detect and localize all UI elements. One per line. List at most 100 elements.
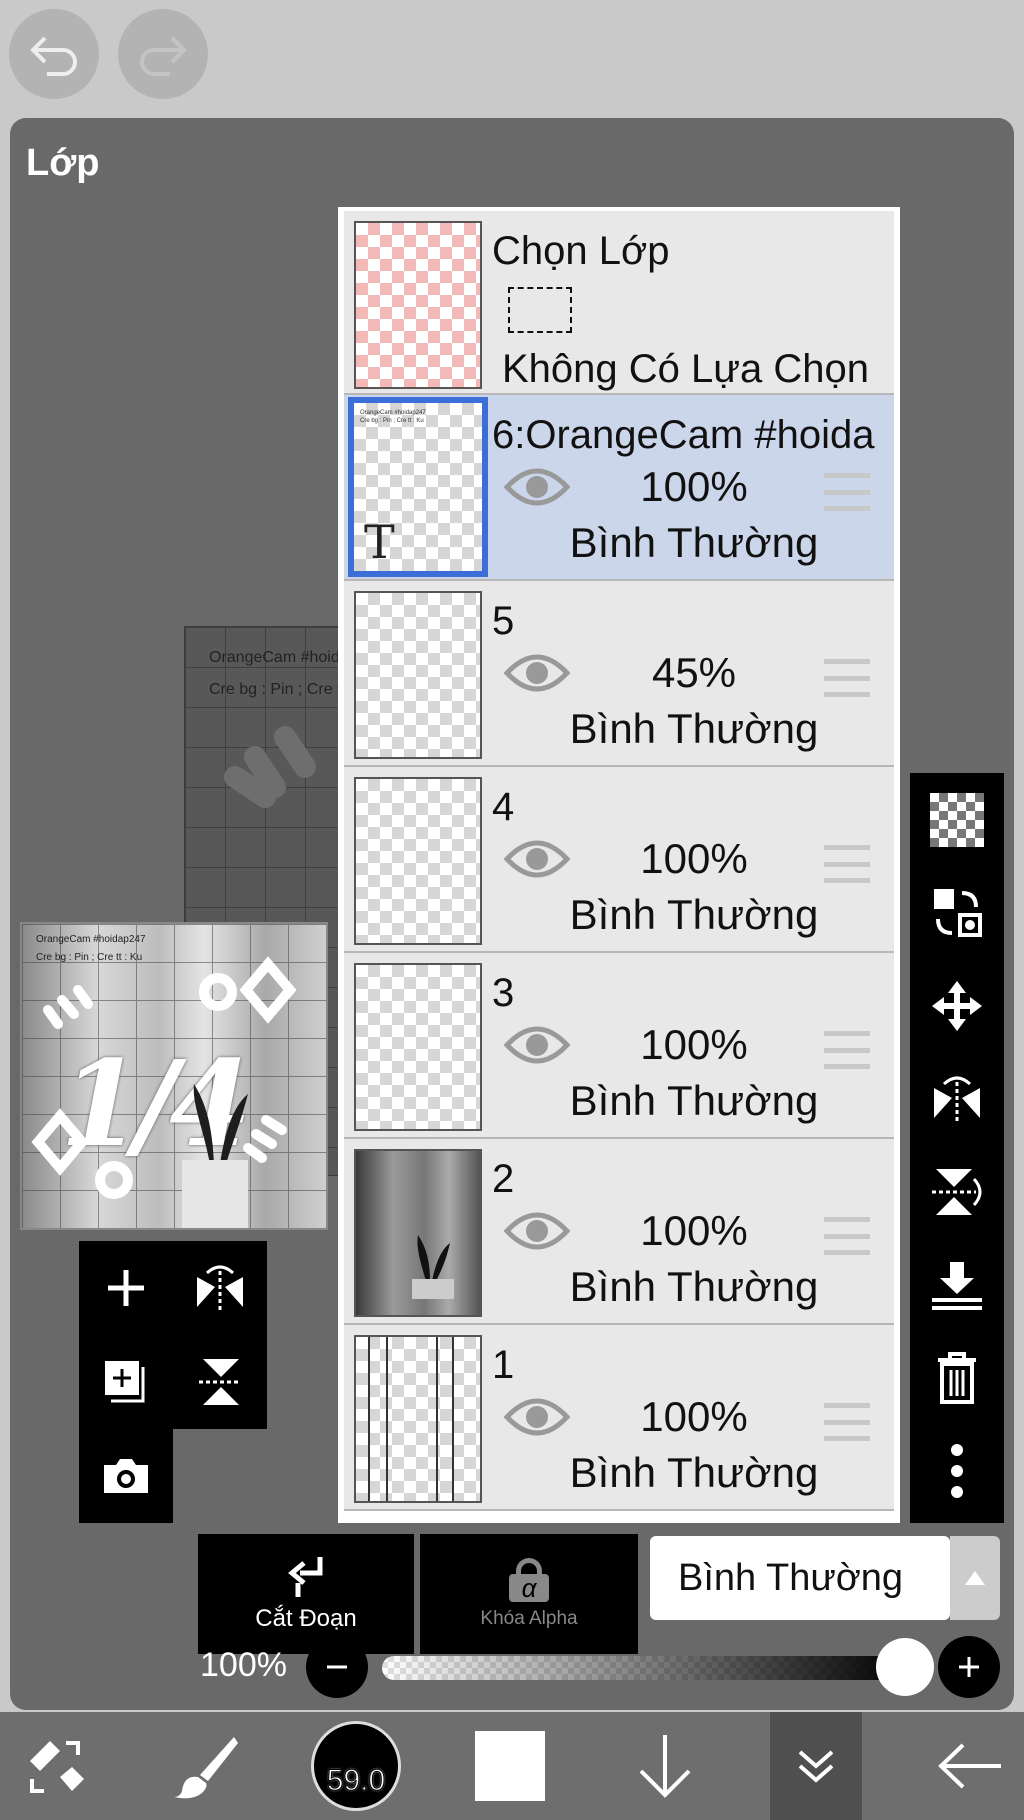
preview-decorations [31,956,297,1228]
alpha-lock-button[interactable]: α Khóa Alpha [420,1534,638,1654]
opacity-slider-knob[interactable] [876,1638,934,1696]
minus-icon [327,1665,347,1669]
clipping-button[interactable]: Cắt Đoạn [198,1534,414,1654]
layer-row[interactable]: 3 100% Bình Thường [344,953,894,1139]
flip-vertical-button[interactable] [910,1145,1004,1239]
layer-panel-toggle-button[interactable] [770,1712,862,1820]
text-layer-marker: T [364,515,395,569]
chevron-double-down-icon [798,1750,834,1783]
layer-row[interactable]: 5 45% Bình Thường [344,581,894,767]
visibility-eye-icon[interactable] [503,651,571,700]
layer-row[interactable]: OrangeCam #hoidap247 Cre bg : Pin ; Cre t… [344,395,894,581]
layer-row[interactable]: 4 100% Bình Thường [344,767,894,953]
layer-list: Chọn Lớp Không Có Lựa Chọn OrangeCam #ho… [338,207,900,1523]
brush-icon [174,1737,238,1799]
transform-icon [30,1741,84,1793]
color-swatch-button[interactable] [472,1712,548,1820]
camera-button[interactable] [79,1429,173,1523]
layer-down-button[interactable] [620,1712,710,1820]
redo-icon [140,36,187,76]
drag-handle-icon[interactable] [824,659,870,697]
opacity-slider[interactable] [382,1656,906,1680]
layer-row[interactable]: 1 100% Bình Thường [344,1325,894,1511]
flip-horizontal-icon [197,1265,243,1311]
brush-size-value: 59.0 [326,1764,386,1798]
move-button[interactable] [910,959,1004,1053]
convert-layer-button[interactable] [910,866,1004,960]
undo-icon [30,36,77,76]
lock-icon: α [509,1558,549,1602]
drag-handle-icon[interactable] [824,1403,870,1441]
layer-opacity: 100% [640,1207,748,1254]
layer-blend-mode: Bình Thường [569,519,819,566]
canvas-preview[interactable]: OrangeCam #hoidap247 Cre bg : Pin ; Cre … [20,922,328,1230]
layer-thumbnail [354,1149,482,1317]
clipping-arrow-icon [288,1557,323,1597]
layer-blend-mode: Bình Thường [569,891,819,938]
layer-name: 3 [492,971,515,1015]
plus-icon [959,1657,979,1677]
brush-size-button[interactable]: 59.0 [310,1712,402,1820]
layer-row[interactable]: 2 100% Bình Thường [344,1139,894,1325]
brush-tool-button[interactable] [160,1712,250,1820]
canvas-text-line2: Cre bg : Pin ; Cre t [209,681,342,698]
layer-opacity: 100% [640,835,748,882]
flip-vertical-icon [932,1169,982,1215]
redo-button[interactable] [118,9,208,99]
visibility-eye-icon[interactable] [503,1023,571,1072]
arrow-down-icon [639,1735,691,1798]
more-options-button[interactable] [910,1424,1004,1518]
flip-horizontal-button[interactable] [910,1052,1004,1146]
selection-layer-row[interactable]: Chọn Lớp Không Có Lựa Chọn [344,211,894,395]
drag-handle-icon[interactable] [824,1217,870,1255]
move-icon [932,981,982,1031]
layer-thumbnail [354,591,482,759]
clipping-label: Cắt Đoạn [255,1605,357,1632]
layer-blend-mode: Bình Thường [569,1077,819,1124]
flip-vertical-icon [199,1359,241,1405]
transform-tool-button[interactable] [10,1712,100,1820]
drag-handle-icon[interactable] [824,845,870,883]
drag-handle-icon[interactable] [824,473,870,511]
visibility-eye-icon[interactable] [503,465,571,514]
alpha-lock-label: Khóa Alpha [480,1608,578,1629]
add-layer-button[interactable] [79,1241,173,1335]
back-button[interactable] [930,1712,1010,1820]
alpha-symbol: α [509,1574,549,1602]
visibility-eye-icon[interactable] [503,837,571,886]
transparency-toggle-button[interactable] [910,773,1004,867]
layer-name: 6:OrangeCam #hoida [492,413,875,457]
layer-thumbnail [354,777,482,945]
canvas-dash-decoration [224,726,316,808]
blend-mode-select[interactable]: Bình Thường [650,1536,950,1620]
opacity-increase-button[interactable] [938,1636,1000,1698]
opacity-decrease-button[interactable] [306,1636,368,1698]
arrow-left-icon [938,1743,1001,1789]
layer-opacity: 100% [640,463,748,510]
duplicate-layer-button[interactable] [79,1335,173,1429]
visibility-eye-icon[interactable] [503,1395,571,1444]
flip-vertical-left-button[interactable] [173,1335,267,1429]
camera-icon [104,1459,148,1493]
layer-thumbnail [354,1335,482,1503]
canvas-text-line1: OrangeCam #hoid [209,649,340,666]
layer-thumbnail [354,963,482,1131]
undo-button[interactable] [9,9,99,99]
duplicate-icon [105,1361,145,1403]
more-vertical-icon [951,1444,963,1498]
delete-layer-button[interactable] [910,1331,1004,1425]
blend-mode-dropdown-button[interactable] [950,1536,1000,1620]
flip-horizontal-icon [934,1076,980,1122]
drag-handle-icon[interactable] [824,1031,870,1069]
layer-opacity: 45% [651,649,737,696]
layer-blend-mode: Bình Thường [569,705,819,752]
layer-swap-icon [934,889,982,937]
visibility-eye-icon[interactable] [503,1209,571,1258]
layer-name: 1 [492,1343,515,1387]
triangle-up-icon [965,1571,985,1585]
selection-layer-thumbnail [354,221,482,389]
merge-down-button[interactable] [910,1238,1004,1332]
flip-horizontal-left-button[interactable] [173,1241,267,1335]
selection-marquee-icon [508,287,572,333]
layer-name: 5 [492,599,515,643]
